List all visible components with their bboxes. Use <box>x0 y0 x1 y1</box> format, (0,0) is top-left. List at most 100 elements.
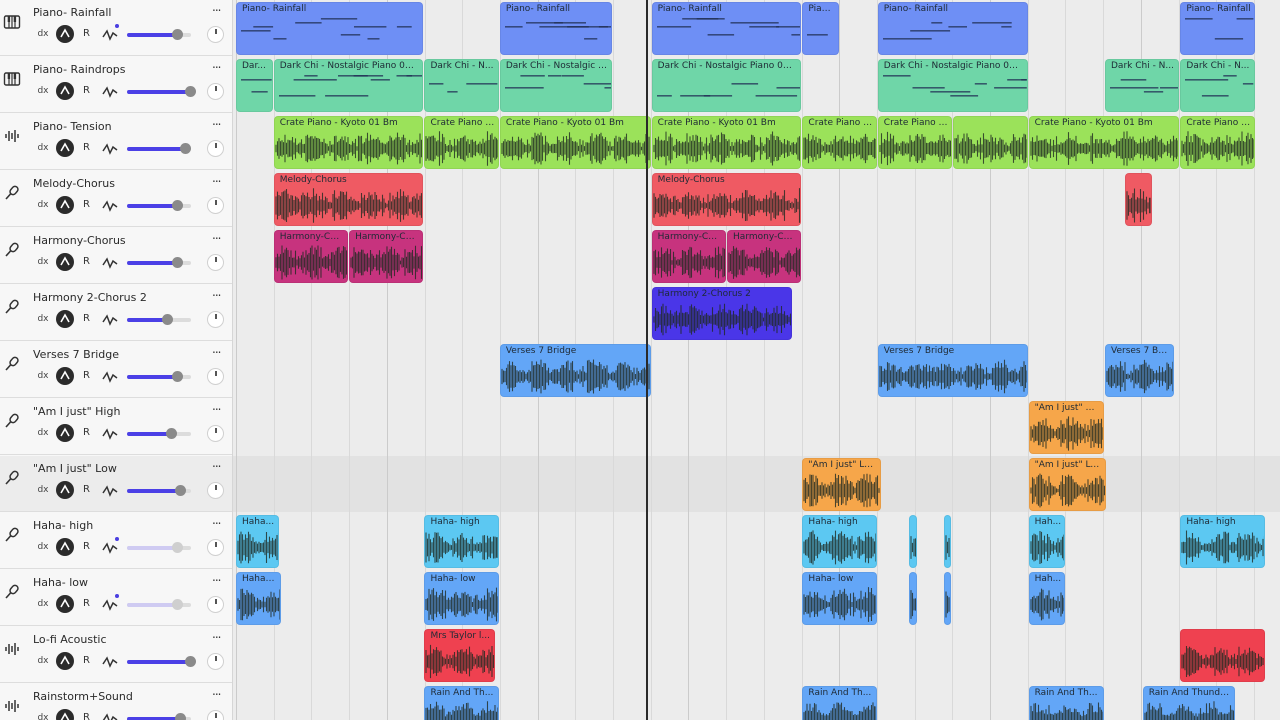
track-header[interactable]: Harmony 2-Chorus 2... dx R <box>0 285 232 341</box>
region[interactable]: Piano- Rainfall <box>1180 2 1255 55</box>
region[interactable]: "Am I just" Low <box>802 458 881 511</box>
region[interactable]: Dark Chi - Nostalgic Piano 07 D <box>273 59 424 112</box>
region[interactable]: Hah... <box>1028 515 1066 568</box>
volume-handle[interactable] <box>171 257 183 268</box>
mute-icon[interactable] <box>56 82 74 100</box>
record-arm-button[interactable]: R <box>83 197 90 213</box>
automation-icon[interactable] <box>102 27 118 41</box>
fx-button[interactable]: dx <box>34 710 52 720</box>
region[interactable]: Mrs Taylor l... <box>424 629 495 682</box>
automation-icon[interactable] <box>102 426 118 440</box>
automation-icon[interactable] <box>102 312 118 326</box>
volume-handle[interactable] <box>165 428 177 439</box>
region[interactable]: Haha- high <box>424 515 499 568</box>
region[interactable] <box>909 515 917 568</box>
mute-icon[interactable] <box>56 538 74 556</box>
volume-slider[interactable] <box>127 314 191 325</box>
volume-slider[interactable] <box>127 542 191 553</box>
region[interactable]: Crate Piano - ... <box>802 116 877 169</box>
track-header[interactable]: Verses 7 Bridge... dx R <box>0 342 232 398</box>
ellipsis-icon[interactable]: ... <box>212 513 222 527</box>
region[interactable]: Piano- Rainfall <box>499 2 612 55</box>
ellipsis-icon[interactable]: ... <box>212 114 222 128</box>
mute-icon[interactable] <box>56 481 74 499</box>
region[interactable] <box>943 515 952 568</box>
fx-button[interactable]: dx <box>34 653 52 669</box>
volume-slider[interactable] <box>127 29 191 40</box>
mute-icon[interactable] <box>56 253 74 271</box>
track-header[interactable]: Harmony-Chorus... dx R <box>0 228 232 284</box>
region[interactable]: Rain And Thunde... <box>1142 686 1235 720</box>
record-arm-button[interactable]: R <box>83 83 90 99</box>
volume-slider[interactable] <box>127 485 191 496</box>
region[interactable]: Rain And Th... <box>802 686 877 720</box>
fx-button[interactable]: dx <box>34 596 52 612</box>
volume-handle[interactable] <box>179 143 191 154</box>
track-header[interactable]: Piano- Tension... dx R <box>0 114 232 170</box>
automation-icon[interactable] <box>102 711 118 720</box>
region[interactable] <box>909 572 917 625</box>
region[interactable]: Haha-... <box>236 572 282 625</box>
record-arm-button[interactable]: R <box>83 254 90 270</box>
pan-knob-icon[interactable] <box>207 653 224 670</box>
volume-handle[interactable] <box>184 656 196 667</box>
region[interactable]: "Am I just" Low <box>1028 458 1107 511</box>
region[interactable]: Harmony-Ch... <box>651 230 727 283</box>
volume-slider[interactable] <box>127 200 191 211</box>
pan-knob-icon[interactable] <box>207 26 224 43</box>
record-arm-button[interactable]: R <box>83 596 90 612</box>
region[interactable]: Piano- Rainfall <box>877 2 1028 55</box>
automation-icon[interactable] <box>102 654 118 668</box>
automation-icon[interactable] <box>102 198 118 212</box>
volume-handle[interactable] <box>171 29 183 40</box>
region[interactable]: Crate Piano - Kyoto 01 Bm <box>273 116 424 169</box>
fx-button[interactable]: dx <box>34 140 52 156</box>
region[interactable]: Haha... <box>236 515 279 568</box>
region[interactable]: Hah... <box>1028 572 1066 625</box>
volume-handle[interactable] <box>171 371 183 382</box>
region[interactable]: Haha- high <box>1180 515 1266 568</box>
volume-handle[interactable] <box>175 485 187 496</box>
volume-handle[interactable] <box>171 200 183 211</box>
track-header[interactable]: Lo-fi Acoustic... dx R <box>0 627 232 683</box>
region[interactable]: Dark Chi - Nostalgic Piano 07 D <box>877 59 1028 112</box>
fx-button[interactable]: dx <box>34 83 52 99</box>
record-arm-button[interactable]: R <box>83 311 90 327</box>
region[interactable]: Crate Piano - ... <box>877 116 953 169</box>
record-arm-button[interactable]: R <box>83 482 90 498</box>
ellipsis-icon[interactable]: ... <box>212 684 222 698</box>
pan-knob-icon[interactable] <box>207 197 224 214</box>
track-header[interactable]: "Am I just" High... dx R <box>0 399 232 455</box>
volume-slider[interactable] <box>127 143 191 154</box>
region[interactable]: "Am I just" High <box>1028 401 1104 454</box>
region[interactable]: Crate Piano - Kyoto 01 Bm <box>499 116 651 169</box>
volume-handle[interactable] <box>184 86 196 97</box>
ellipsis-icon[interactable]: ... <box>212 456 222 470</box>
region[interactable]: Verses 7 Bridge <box>877 344 1028 397</box>
track-header[interactable]: Melody-Chorus... dx R <box>0 171 232 227</box>
mute-icon[interactable] <box>56 196 74 214</box>
pan-knob-icon[interactable] <box>207 425 224 442</box>
region[interactable]: Haha- high <box>802 515 877 568</box>
region[interactable]: Harmony-Ch... <box>273 230 349 283</box>
region[interactable]: Verses 7 Bridge <box>499 344 651 397</box>
region[interactable] <box>1180 629 1266 682</box>
fx-button[interactable]: dx <box>34 311 52 327</box>
volume-slider[interactable] <box>127 599 191 610</box>
pan-knob-icon[interactable] <box>207 710 224 720</box>
automation-icon[interactable] <box>102 597 118 611</box>
volume-handle[interactable] <box>171 542 183 553</box>
mute-icon[interactable] <box>56 595 74 613</box>
mute-icon[interactable] <box>56 25 74 43</box>
region[interactable]: Dark Chi - Nostalgic P... <box>499 59 612 112</box>
ellipsis-icon[interactable]: ... <box>212 627 222 641</box>
mute-icon[interactable] <box>56 367 74 385</box>
mute-icon[interactable] <box>56 424 74 442</box>
track-header[interactable]: Haha- high... dx R <box>0 513 232 569</box>
region[interactable] <box>953 116 1028 169</box>
record-arm-button[interactable]: R <box>83 368 90 384</box>
track-header[interactable]: Piano- Rainfall... dx R <box>0 0 232 56</box>
region[interactable]: Harmony-Ch... <box>727 230 802 283</box>
region[interactable]: Crate Piano - Kyoto 01 Bm <box>1028 116 1180 169</box>
ellipsis-icon[interactable]: ... <box>212 171 222 185</box>
